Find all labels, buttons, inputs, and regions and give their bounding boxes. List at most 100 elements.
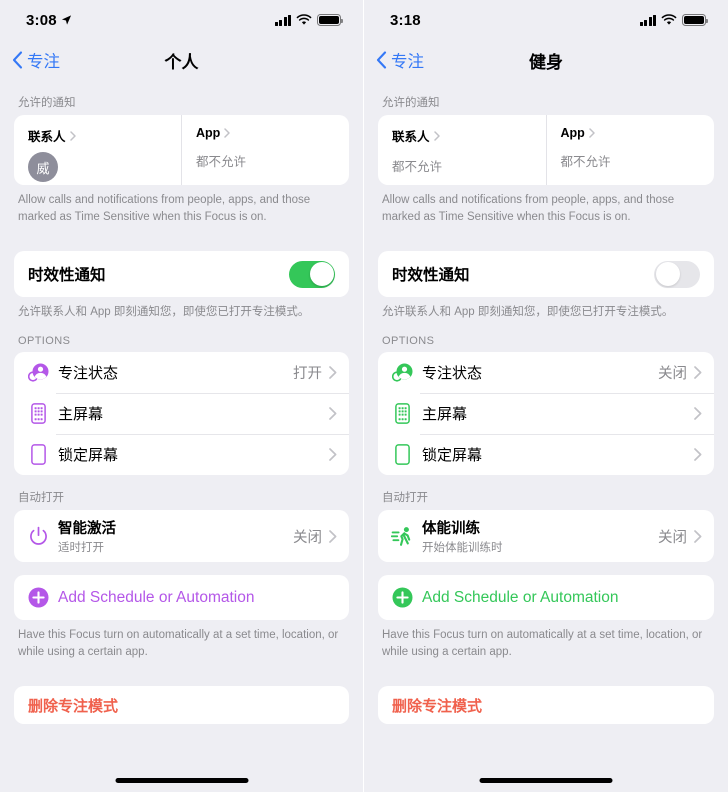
option-label: 锁定屏幕 bbox=[422, 447, 483, 465]
option-row-focus-status[interactable]: 专注状态 打开 bbox=[14, 352, 349, 393]
automation-footnote: Have this Focus turn on automatically at… bbox=[382, 629, 703, 658]
option-row-text: 主屏幕 bbox=[58, 403, 322, 424]
navigation-bar: 专注 个人 bbox=[0, 40, 363, 80]
chevron-right-icon bbox=[329, 448, 337, 461]
status-bar-left: 3:18 bbox=[390, 12, 421, 29]
allowed-notifications-card: 联系人 威 App 都不允许 bbox=[14, 115, 349, 185]
allowed-contacts-label: 联系人 bbox=[392, 130, 430, 144]
option-value: 打开 bbox=[293, 366, 322, 383]
time-sensitive-label: 时效性通知 bbox=[28, 267, 106, 285]
add-automation-label: Add Schedule or Automation bbox=[422, 588, 619, 606]
back-button-label: 专注 bbox=[27, 53, 60, 71]
options-card: 专注状态 关闭 主屏幕 锁定屏幕 bbox=[378, 352, 714, 476]
allowed-contacts-label: 联系人 bbox=[28, 130, 66, 144]
time-sensitive-toggle[interactable] bbox=[289, 260, 335, 288]
back-button[interactable]: 专注 bbox=[12, 48, 60, 72]
allowed-contacts-value: 都不允许 bbox=[392, 160, 443, 174]
status-bar-left: 3:08 bbox=[26, 12, 72, 29]
automation-value: 关闭 bbox=[658, 529, 687, 546]
options-header: OPTIONS bbox=[382, 335, 435, 348]
back-button-label: 专注 bbox=[391, 53, 424, 71]
add-automation-card: Add Schedule or Automation bbox=[378, 575, 714, 621]
options-header: OPTIONS bbox=[18, 335, 71, 348]
option-row-focus-status[interactable]: 专注状态 关闭 bbox=[378, 352, 714, 393]
option-row-text: 锁定屏幕 bbox=[422, 444, 687, 465]
allowed-apps-cell[interactable]: App 都不允许 bbox=[545, 115, 715, 185]
chevron-right-icon bbox=[224, 128, 231, 138]
status-bar: 3:18 bbox=[364, 0, 728, 40]
time-sensitive-toggle[interactable] bbox=[654, 260, 700, 288]
home-screen-icon bbox=[26, 403, 50, 424]
status-bar-right bbox=[639, 14, 708, 26]
automation-header: 自动打开 bbox=[18, 492, 64, 505]
lock-screen-icon bbox=[26, 444, 50, 465]
allowed-notifications-header: 允许的通知 bbox=[18, 97, 76, 109]
plus-circle-icon bbox=[26, 587, 50, 608]
option-label: 主屏幕 bbox=[422, 406, 468, 424]
allowed-notifications-card: 联系人 都不允许 App 都不允许 bbox=[378, 115, 714, 185]
add-schedule-or-automation-button[interactable]: Add Schedule or Automation bbox=[378, 575, 714, 620]
delete-focus-label: 删除专注模式 bbox=[28, 697, 119, 715]
time-sensitive-card: 时效性通知 bbox=[14, 251, 349, 298]
phone-screen-fitness-focus: 3:18 专注 健身 允许的通知 联系人 都不允许 App 都不允许 Allow… bbox=[364, 0, 728, 792]
add-automation-text: Add Schedule or Automation bbox=[422, 589, 702, 607]
wifi-icon bbox=[661, 14, 677, 25]
allowed-contacts-cell[interactable]: 联系人 都不允许 bbox=[378, 115, 546, 185]
option-row-home-screen[interactable]: 主屏幕 bbox=[378, 393, 714, 434]
location-arrow-icon bbox=[61, 15, 71, 25]
automation-sublabel: 适时打开 bbox=[58, 542, 104, 555]
allowed-apps-label: App bbox=[560, 126, 585, 140]
chevron-right-icon bbox=[694, 529, 702, 543]
option-row-home-screen[interactable]: 主屏幕 bbox=[14, 393, 349, 434]
chevron-right-icon bbox=[433, 130, 440, 141]
chevron-right-icon bbox=[329, 407, 337, 420]
power-icon bbox=[26, 526, 50, 547]
allowed-apps-heading: App bbox=[196, 126, 335, 140]
allowed-apps-value: 都不允许 bbox=[560, 155, 611, 169]
status-bar-clock: 3:08 bbox=[26, 11, 57, 29]
workout-running-icon bbox=[390, 526, 414, 547]
allowed-notifications-header: 允许的通知 bbox=[382, 97, 440, 109]
delete-focus-label: 删除专注模式 bbox=[392, 697, 483, 715]
dual-screenshot-comparison: 3:08 专注 个人 允许的通知 联系人 威 App 都不允许 Allow ca… bbox=[0, 0, 728, 792]
focus-status-icon bbox=[26, 363, 50, 382]
option-row-text: 主屏幕 bbox=[422, 403, 687, 424]
automation-row-workout[interactable]: 体能训练 开始体能训练时 关闭 bbox=[378, 510, 714, 562]
option-row-text: 锁定屏幕 bbox=[58, 444, 322, 465]
delete-focus-button[interactable]: 删除专注模式 bbox=[14, 686, 349, 725]
time-sensitive-footnote: 允许联系人和 App 即刻通知您，即使您已打开专注模式。 bbox=[18, 306, 310, 319]
allowed-apps-value: 都不允许 bbox=[196, 155, 247, 169]
delete-focus-button[interactable]: 删除专注模式 bbox=[378, 686, 714, 725]
avatar: 威 bbox=[28, 152, 58, 182]
add-schedule-or-automation-button[interactable]: Add Schedule or Automation bbox=[14, 575, 349, 620]
allowed-contacts-cell[interactable]: 联系人 威 bbox=[14, 115, 181, 185]
plus-circle-icon bbox=[390, 587, 414, 608]
option-value: 关闭 bbox=[658, 366, 687, 383]
option-row-lock-screen[interactable]: 锁定屏幕 bbox=[14, 434, 349, 475]
chevron-right-icon bbox=[329, 366, 337, 379]
automation-card: 智能激活 适时打开 关闭 bbox=[14, 510, 349, 563]
chevron-left-icon bbox=[12, 51, 23, 69]
status-bar-right bbox=[274, 14, 343, 26]
automation-row-smart-activation[interactable]: 智能激活 适时打开 关闭 bbox=[14, 510, 349, 562]
add-automation-text: Add Schedule or Automation bbox=[58, 589, 337, 607]
option-label: 专注状态 bbox=[58, 365, 119, 383]
allowed-contacts-heading: 联系人 bbox=[392, 126, 532, 145]
option-label: 锁定屏幕 bbox=[58, 447, 119, 465]
chevron-right-icon bbox=[69, 130, 76, 141]
options-card: 专注状态 打开 主屏幕 锁定屏幕 bbox=[14, 352, 349, 476]
automation-row-text: 智能激活 适时打开 bbox=[58, 517, 293, 555]
allowed-apps-cell[interactable]: App 都不允许 bbox=[181, 115, 349, 185]
phone-screen-personal-focus: 3:08 专注 个人 允许的通知 联系人 威 App 都不允许 Allow ca… bbox=[0, 0, 364, 792]
lock-screen-icon bbox=[390, 444, 414, 465]
home-screen-icon bbox=[390, 403, 414, 424]
back-button[interactable]: 专注 bbox=[376, 48, 424, 72]
option-row-lock-screen[interactable]: 锁定屏幕 bbox=[378, 434, 714, 475]
chevron-right-icon bbox=[694, 407, 702, 420]
add-automation-card: Add Schedule or Automation bbox=[14, 575, 349, 621]
automation-header: 自动打开 bbox=[382, 492, 428, 505]
status-bar-clock: 3:18 bbox=[390, 11, 421, 29]
home-indicator bbox=[115, 778, 248, 783]
allowed-apps-label: App bbox=[196, 126, 221, 140]
home-indicator bbox=[479, 778, 613, 783]
